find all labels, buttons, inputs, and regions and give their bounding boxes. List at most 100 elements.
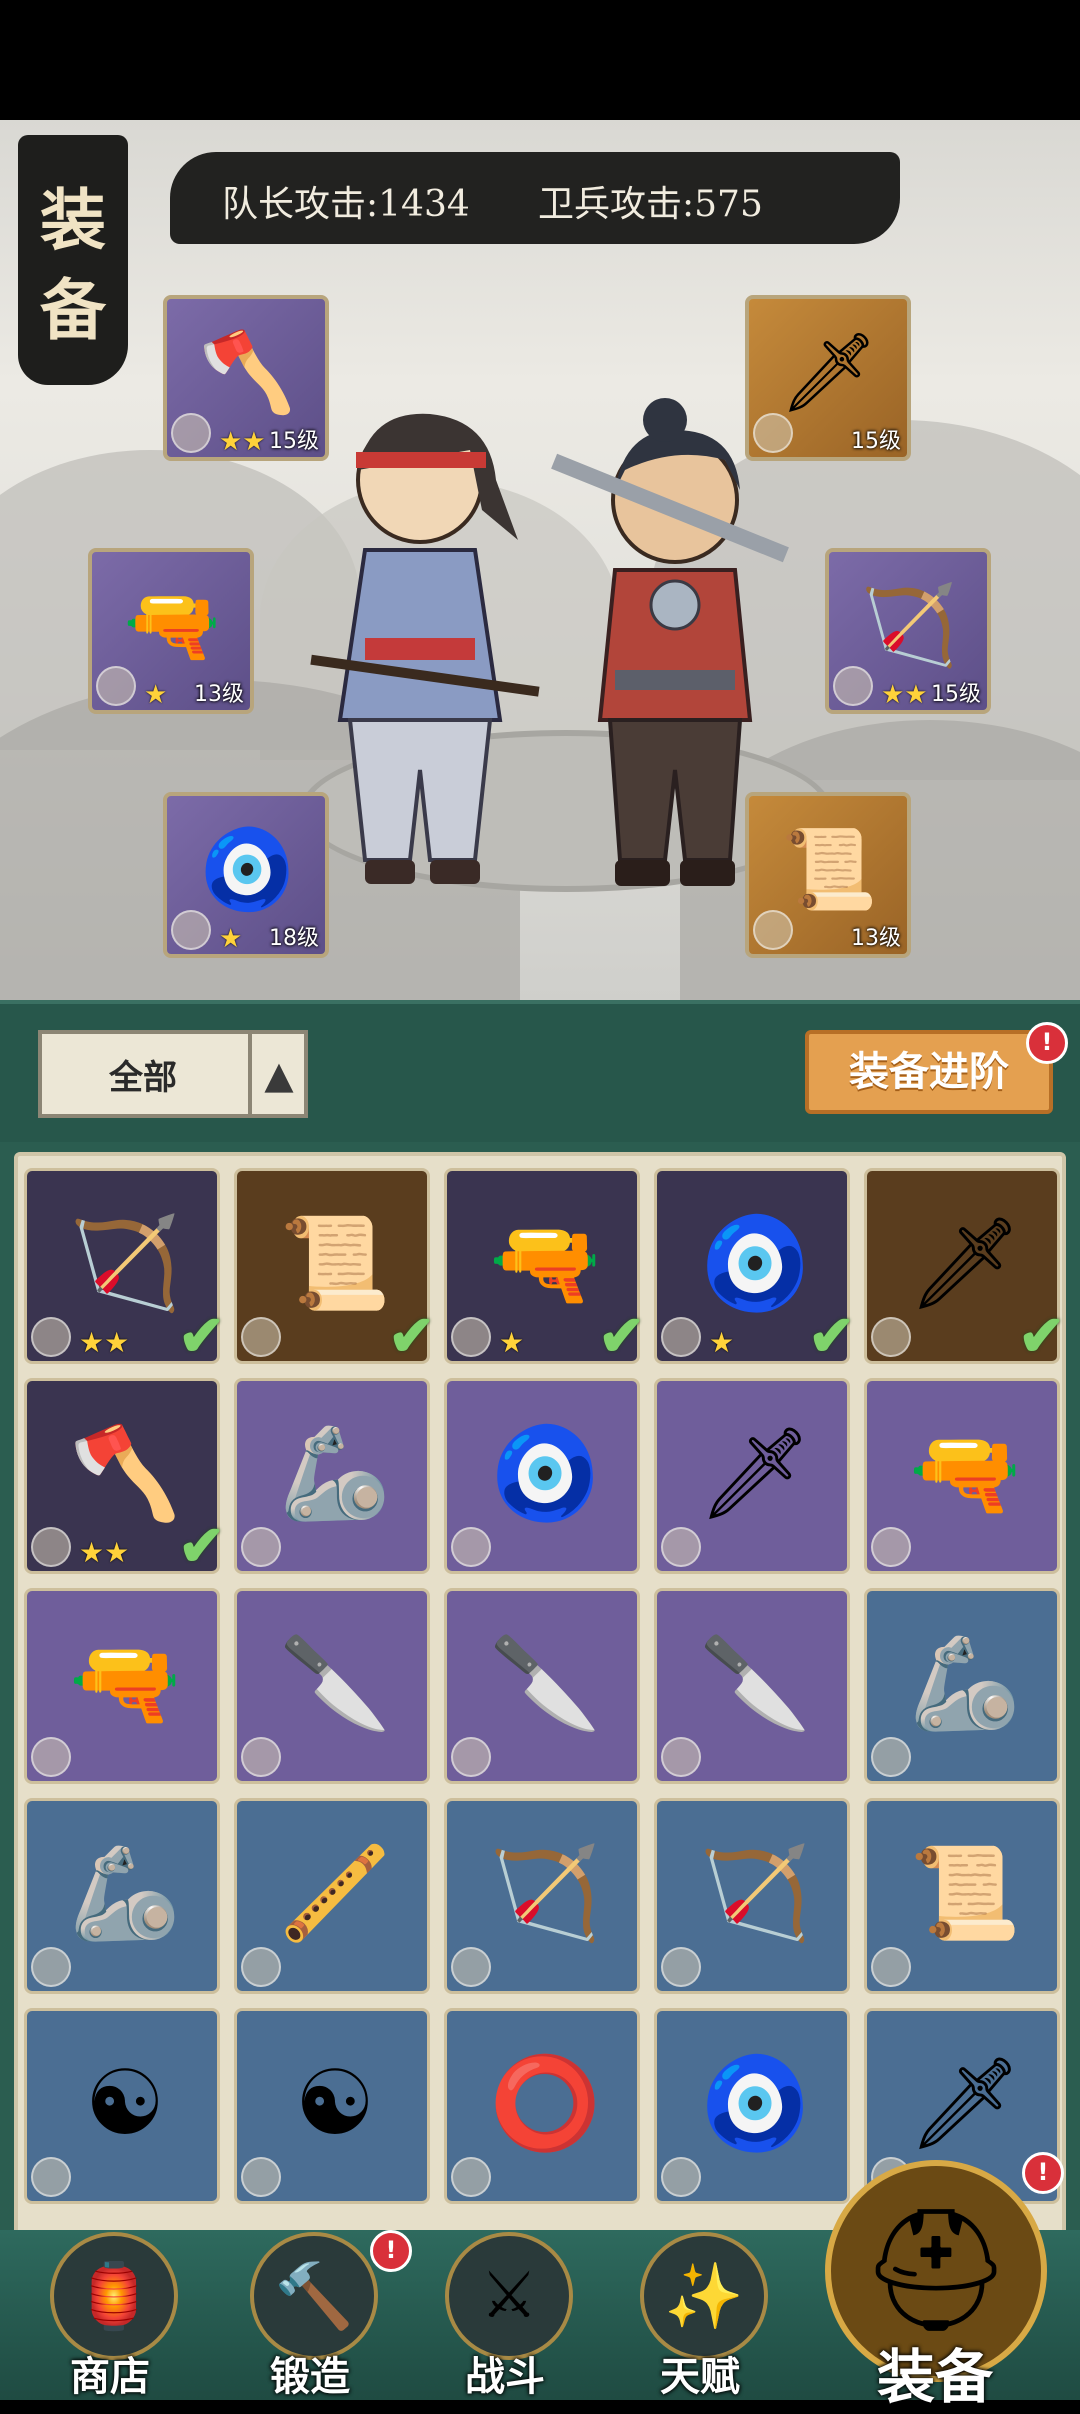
inventory-item[interactable]: 🧿 <box>444 1378 640 1574</box>
equipped-check-icon: ✔ <box>388 1303 435 1369</box>
nav-forge[interactable]: 🔨 锻造 ! <box>240 2230 412 2400</box>
nav-equipment[interactable]: ⛑ 装备 ! <box>810 2150 1064 2411</box>
lock-icon[interactable] <box>31 1317 71 1357</box>
item-icon: 🔫 <box>488 1210 602 1316</box>
lock-icon[interactable] <box>31 1947 71 1987</box>
lock-icon[interactable] <box>871 1737 911 1777</box>
item-icon: 🦾 <box>908 1630 1022 1736</box>
notification-badge: ! <box>370 2230 412 2272</box>
chevron-up-icon[interactable]: ▲ <box>254 1040 304 1110</box>
star-rating: ★ <box>709 1326 735 1359</box>
guard-attack: 卫兵攻击:575 <box>538 184 763 225</box>
page-title: 装备 <box>40 181 106 349</box>
inventory-item[interactable]: 🪈 <box>234 1798 430 1994</box>
item-icon: 🔪 <box>278 1630 392 1736</box>
lock-icon[interactable] <box>241 1317 281 1357</box>
nav-shop[interactable]: 🏮 商店 <box>40 2232 180 2400</box>
item-icon: 🧿 <box>698 1210 812 1316</box>
dropdown-divider <box>248 1034 252 1114</box>
inventory-item[interactable]: 🦾 <box>234 1378 430 1574</box>
hammer-icon: 🔨 <box>250 2232 378 2360</box>
star-rating: ★★ <box>79 1536 130 1569</box>
lock-icon[interactable] <box>661 2157 701 2197</box>
notification-badge: ! <box>1022 2152 1064 2194</box>
lock-icon[interactable] <box>871 1527 911 1567</box>
bow-icon: 🏹 <box>860 580 958 671</box>
nav-talent[interactable]: ✨ 天赋 <box>630 2232 770 2400</box>
inventory-item[interactable]: 🦾 <box>864 1588 1060 1784</box>
item-icon: 📜 <box>278 1210 392 1316</box>
lock-icon[interactable] <box>31 1527 71 1567</box>
lock-icon[interactable] <box>661 1317 701 1357</box>
inventory-item[interactable]: ⭕ <box>444 2008 640 2204</box>
nav-label: 天赋 <box>660 2353 740 2400</box>
inventory-item[interactable]: 🪓 ★★ ✔ <box>24 1378 225 1579</box>
equipped-check-icon: ✔ <box>808 1303 855 1369</box>
inventory-item[interactable]: ☯ <box>24 2008 220 2204</box>
inventory-item[interactable]: 🦾 <box>24 1798 220 1994</box>
lock-icon <box>171 413 211 453</box>
equipped-check-icon: ✔ <box>178 1303 225 1369</box>
star-rating: ★ <box>219 924 243 954</box>
item-icon: 🦾 <box>278 1420 392 1526</box>
inventory-item[interactable]: 🧿 ★ ✔ <box>654 1168 855 1369</box>
constellation-icon: ✨ <box>640 2232 768 2360</box>
lock-icon[interactable] <box>451 2157 491 2197</box>
slot-level: 13级 <box>851 926 901 951</box>
inventory-item[interactable]: 🔫 ★ ✔ <box>444 1168 645 1369</box>
lock-icon[interactable] <box>241 1947 281 1987</box>
nav-battle[interactable]: ⚔ 战斗 <box>435 2232 575 2400</box>
equipment-advance-button[interactable]: 装备进阶 <box>805 1030 1053 1114</box>
equip-slot-guard-accessory[interactable]: 📜 13级 <box>745 792 911 958</box>
lock-icon[interactable] <box>661 1527 701 1567</box>
nav-label: 商店 <box>70 2353 150 2400</box>
captain-attack: 队长攻击:1434 <box>222 184 470 225</box>
lock-icon[interactable] <box>451 1737 491 1777</box>
nav-label: 锻造 <box>270 2353 350 2400</box>
lock-icon[interactable] <box>451 1317 491 1357</box>
lock-icon[interactable] <box>241 1737 281 1777</box>
lock-icon[interactable] <box>31 2157 71 2197</box>
axe-icon: 🪓 <box>198 327 296 418</box>
inventory-item[interactable]: 🗡 ✔ <box>864 1168 1065 1369</box>
inventory-item[interactable]: 🏹 <box>654 1798 850 1994</box>
inventory-item[interactable]: 🏹 ★★ ✔ <box>24 1168 225 1369</box>
lock-icon[interactable] <box>31 1737 71 1777</box>
item-icon: 🦾 <box>68 1840 182 1946</box>
lock-icon[interactable] <box>241 1527 281 1567</box>
lock-icon[interactable] <box>661 1947 701 1987</box>
crossed-swords-icon: ⚔ <box>445 2232 573 2360</box>
slot-level: 15级 <box>269 429 319 454</box>
lock-icon[interactable] <box>661 1737 701 1777</box>
item-icon: 🏹 <box>68 1210 182 1316</box>
equip-slot-guard-weapon[interactable]: 🗡 15级 <box>745 295 911 461</box>
inventory-item[interactable]: 📜 ✔ <box>234 1168 435 1369</box>
star-rating: ★ <box>144 680 168 710</box>
equip-slot-weapon[interactable]: 🪓 ★★ 15级 <box>163 295 329 461</box>
lock-icon <box>171 910 211 950</box>
inventory-item[interactable]: 🔪 <box>234 1588 430 1784</box>
inventory-item[interactable]: ☯ <box>234 2008 430 2204</box>
lock-icon[interactable] <box>241 2157 281 2197</box>
lock-icon[interactable] <box>871 1317 911 1357</box>
lock-icon[interactable] <box>451 1527 491 1567</box>
equip-slot-guard-ranged[interactable]: 🏹 ★★ 15级 <box>825 548 991 714</box>
equip-slot-ranged[interactable]: 🔫 ★ 13级 <box>88 548 254 714</box>
lock-icon[interactable] <box>871 1947 911 1987</box>
category-dropdown-label[interactable]: 全部 <box>38 1050 248 1099</box>
lock-icon[interactable] <box>451 1947 491 1987</box>
item-icon: 🔫 <box>908 1420 1022 1526</box>
lock-icon <box>833 666 873 706</box>
jade-pendant-icon: 🧿 <box>198 824 296 915</box>
item-icon: ☯ <box>84 2050 166 2156</box>
inventory-item[interactable]: 📜 <box>864 1798 1060 1994</box>
dagger-icon: 🗡 <box>779 327 879 418</box>
inventory-item[interactable]: 🔪 <box>444 1588 640 1784</box>
inventory-item[interactable]: 🔫 <box>864 1378 1060 1574</box>
inventory-item[interactable]: 🔪 <box>654 1588 850 1784</box>
item-icon: 🔫 <box>68 1630 182 1736</box>
inventory-item[interactable]: 🔫 <box>24 1588 220 1784</box>
equip-slot-accessory[interactable]: 🧿 ★ 18级 <box>163 792 329 958</box>
inventory-item[interactable]: 🗡 <box>654 1378 850 1574</box>
inventory-item[interactable]: 🏹 <box>444 1798 640 1994</box>
